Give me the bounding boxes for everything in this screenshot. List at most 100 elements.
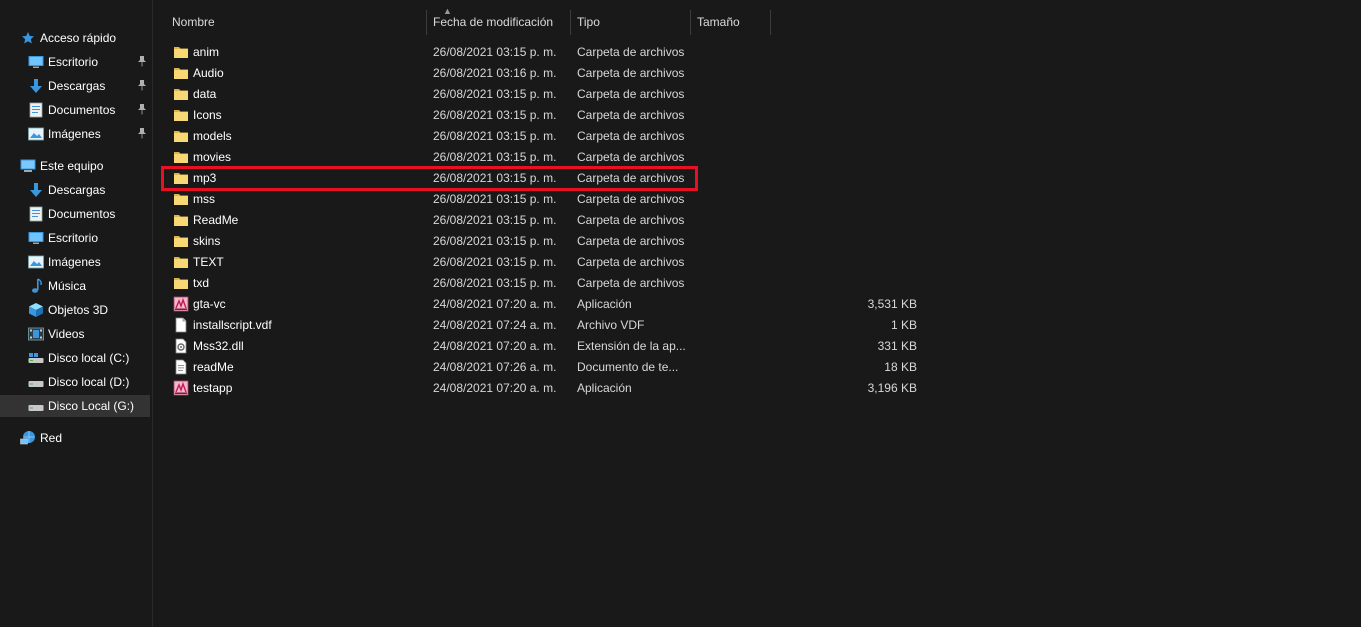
documents-icon <box>28 206 44 222</box>
sidebar-item-label: Descargas <box>48 183 106 197</box>
sidebar-item-label: Videos <box>48 327 85 341</box>
file-date: 26/08/2021 03:15 p. m. <box>433 150 557 164</box>
network-icon <box>20 430 36 446</box>
file-row[interactable]: Icons 26/08/2021 03:15 p. m. Carpeta de ar… <box>167 104 927 125</box>
desktop-icon <box>28 230 44 246</box>
sidebar-item-label: Música <box>48 279 87 293</box>
sidebar-item-documentos[interactable]: Documentos <box>0 99 150 121</box>
folder-icon <box>173 233 189 249</box>
sidebar-item-videos[interactable]: Videos <box>0 323 150 345</box>
file-date: 24/08/2021 07:26 a. m. <box>433 360 557 374</box>
file-row[interactable]: installscript.vdf 24/08/2021 07:24 a. m. A… <box>167 314 927 335</box>
sidebar-item-escritorio[interactable]: Escritorio <box>0 227 150 249</box>
column-header-name[interactable]: Nombre <box>166 10 428 35</box>
sidebar-item-este-equipo[interactable]: Este equipo <box>0 155 150 177</box>
pin-icon[interactable] <box>137 79 149 93</box>
drive-c-icon <box>28 350 44 366</box>
sidebar-item-disco-local-d[interactable]: Disco local (D:) <box>0 371 150 393</box>
file-row[interactable]: mss 26/08/2021 03:15 p. m. Carpeta de arch… <box>167 188 927 209</box>
folder-icon <box>173 107 189 123</box>
file-name: mss <box>193 192 215 206</box>
file-row[interactable]: models 26/08/2021 03:15 p. m. Carpeta de a… <box>167 125 927 146</box>
sidebar-item-disco-local-c[interactable]: Disco local (C:) <box>0 347 150 369</box>
file-row[interactable]: gta-vc 24/08/2021 07:20 a. m. Aplicación 3,… <box>167 293 927 314</box>
sidebar-item-label: Este equipo <box>40 159 104 173</box>
sidebar-item-disco-local-g[interactable]: Disco Local (G:) <box>0 395 150 417</box>
column-divider[interactable] <box>770 10 771 35</box>
sidebar-item-imágenes[interactable]: Imágenes <box>0 251 150 273</box>
pin-icon[interactable] <box>137 103 149 117</box>
cube-icon <box>28 302 44 318</box>
file-type: Carpeta de archivos <box>577 87 685 101</box>
sidebar-item-label: Documentos <box>48 103 116 117</box>
text-document-icon <box>173 359 189 375</box>
file-type: Carpeta de archivos <box>577 255 685 269</box>
file-name: models <box>193 129 232 143</box>
sidebar-item-objetos-3d[interactable]: Objetos 3D <box>0 299 150 321</box>
file-type: Carpeta de archivos <box>577 66 685 80</box>
folder-icon <box>173 254 189 270</box>
pin-icon[interactable] <box>137 55 149 69</box>
file-name: Mss32.dll <box>193 339 244 353</box>
column-header-type[interactable]: Tipo <box>571 10 691 35</box>
file-type: Aplicación <box>577 297 632 311</box>
column-header-size[interactable]: Tamaño <box>691 10 771 35</box>
sidebar-item-label: Disco local (D:) <box>48 375 130 389</box>
sidebar-item-escritorio[interactable]: Escritorio <box>0 51 150 73</box>
file-row[interactable]: movies 26/08/2021 03:15 p. m. Carpeta de a… <box>167 146 927 167</box>
file-date: 26/08/2021 03:15 p. m. <box>433 234 557 248</box>
file-row[interactable]: skins 26/08/2021 03:15 p. m. Carpeta de ar… <box>167 230 927 251</box>
file-row[interactable]: Audio 26/08/2021 03:16 p. m. Carpeta de ar… <box>167 62 927 83</box>
file-list-pane: ▲ Nombre Fecha de modificación Tipo Tama… <box>153 0 1361 627</box>
file-type: Carpeta de archivos <box>577 45 685 59</box>
file-date: 26/08/2021 03:15 p. m. <box>433 171 557 185</box>
file-name: anim <box>193 45 220 59</box>
computer-icon <box>20 158 36 174</box>
sidebar-item-label: Disco local (C:) <box>48 351 130 365</box>
documents-icon <box>28 102 44 118</box>
sidebar-item-acceso-rápido[interactable]: Acceso rápido <box>0 27 150 49</box>
file-row[interactable]: txd 26/08/2021 03:15 p. m. Carpeta de arch… <box>167 272 927 293</box>
folder-icon <box>173 170 189 186</box>
file-name: skins <box>193 234 221 248</box>
sidebar-item-imágenes[interactable]: Imágenes <box>0 123 150 145</box>
file-date: 26/08/2021 03:15 p. m. <box>433 213 557 227</box>
pin-icon[interactable] <box>137 127 149 141</box>
file-size: 1 KB <box>890 318 917 332</box>
file-icon <box>173 317 189 333</box>
file-name: txd <box>193 276 210 290</box>
sidebar-item-label: Objetos 3D <box>48 303 109 317</box>
file-type: Carpeta de archivos <box>577 276 685 290</box>
file-name: Icons <box>193 108 222 122</box>
file-row[interactable]: readMe 24/08/2021 07:26 a. m. Documento de… <box>167 356 927 377</box>
file-date: 24/08/2021 07:20 a. m. <box>433 381 557 395</box>
folder-icon <box>173 212 189 228</box>
file-row[interactable]: TEXT 26/08/2021 03:15 p. m. Carpeta de arc… <box>167 251 927 272</box>
sidebar-item-música[interactable]: Música <box>0 275 150 297</box>
sidebar-item-documentos[interactable]: Documentos <box>0 203 150 225</box>
file-row[interactable]: mp3 26/08/2021 03:15 p. m. Carpeta de arch… <box>167 167 927 188</box>
sidebar-item-descargas[interactable]: Descargas <box>0 179 150 201</box>
file-type: Carpeta de archivos <box>577 192 685 206</box>
sidebar-item-red[interactable]: Red <box>0 427 150 449</box>
file-row[interactable]: testapp 24/08/2021 07:20 a. m. Aplicación 3… <box>167 377 927 398</box>
file-date: 26/08/2021 03:15 p. m. <box>433 255 557 269</box>
sidebar-item-label: Acceso rápido <box>40 31 117 45</box>
download-icon <box>28 182 44 198</box>
folder-icon <box>173 149 189 165</box>
file-row[interactable]: anim 26/08/2021 03:15 p. m. Carpeta de arc… <box>167 41 927 62</box>
sidebar-item-label: Disco Local (G:) <box>48 399 135 413</box>
file-row[interactable]: Mss32.dll 24/08/2021 07:20 a. m. Extensión… <box>167 335 927 356</box>
video-icon <box>28 326 44 342</box>
file-name: movies <box>193 150 232 164</box>
file-type: Carpeta de archivos <box>577 129 685 143</box>
column-header-date[interactable]: Fecha de modificación <box>427 10 571 35</box>
file-date: 24/08/2021 07:20 a. m. <box>433 339 557 353</box>
sidebar-item-descargas[interactable]: Descargas <box>0 75 150 97</box>
music-icon <box>28 278 44 294</box>
desktop-icon <box>28 54 44 70</box>
file-row[interactable]: ReadMe 26/08/2021 03:15 p. m. Carpeta de a… <box>167 209 927 230</box>
sidebar-item-label: Documentos <box>48 207 116 221</box>
file-row[interactable]: data 26/08/2021 03:15 p. m. Carpeta de arc… <box>167 83 927 104</box>
download-icon <box>28 78 44 94</box>
